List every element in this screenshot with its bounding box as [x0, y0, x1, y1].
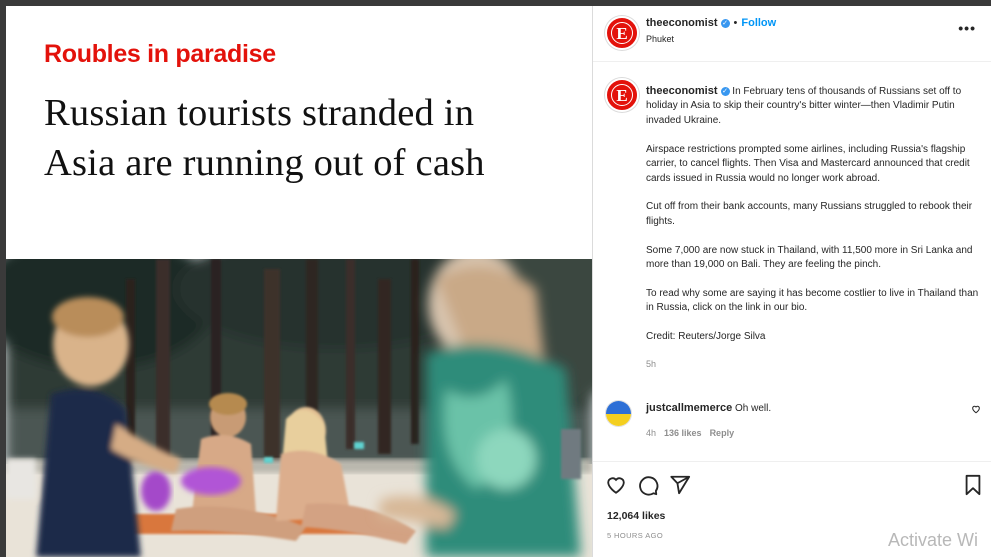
save-bookmark-icon[interactable] [963, 474, 983, 496]
caption-credit: Credit: Reuters/Jorge Silva [646, 331, 766, 343]
likes-count[interactable]: 12,064 likes [607, 510, 665, 522]
economist-logo: E [611, 84, 633, 106]
comment-text: Oh well. [735, 403, 772, 414]
beach-photo [6, 259, 592, 557]
like-heart-icon[interactable] [605, 474, 627, 496]
header-username[interactable]: theeconomist [646, 17, 718, 29]
verified-badge-icon: ✓ [720, 18, 730, 28]
comment-body: justcallmemerce Oh well. [646, 402, 771, 414]
reply-button[interactable]: Reply [710, 428, 735, 438]
caption-paragraph-2: Airspace restrictions prompted some airl… [646, 143, 970, 184]
post-header: E theeconomist ✓ • Follow Phuket ••• [593, 6, 991, 62]
separator-dot: • [733, 17, 738, 29]
article-kicker: Roubles in paradise [44, 40, 276, 68]
headline-line-2: Asia are running out of cash [44, 142, 485, 184]
comment-time: 4h [646, 428, 657, 438]
post-media[interactable]: Roubles in paradise Russian tourists str… [6, 6, 592, 557]
article-headline: Russian tourists stranded in Asia are ru… [44, 88, 584, 188]
commenter-avatar[interactable] [605, 400, 632, 427]
location-link[interactable]: Phuket [646, 34, 674, 44]
share-paper-plane-icon[interactable] [669, 474, 691, 496]
windows-activation-watermark: Activate Wi [888, 530, 979, 550]
header-username-row: theeconomist ✓ • Follow [646, 17, 776, 29]
verified-badge-icon: ✓ [720, 86, 730, 96]
economist-logo: E [611, 22, 633, 44]
post-timestamp: 5 HOURS AGO [607, 531, 664, 540]
caption-username[interactable]: theeconomist [646, 85, 718, 97]
comments-scroll-area[interactable]: E theeconomist ✓ In February tens of thou… [593, 62, 991, 457]
instagram-post: Roubles in paradise Russian tourists str… [6, 6, 991, 557]
more-options-icon[interactable]: ••• [958, 20, 976, 36]
caption-paragraph-5: To read why some are saying it has becom… [646, 288, 979, 314]
caption-paragraph-4: Some 7,000 are now stuck in Thailand, wi… [646, 244, 973, 271]
headline-line-1: Russian tourists stranded in [44, 92, 475, 134]
post-caption: theeconomist ✓ In February tens of thousa… [646, 84, 981, 372]
caption-timestamp: 5h [646, 359, 657, 370]
comment-likes[interactable]: 136 likes [664, 428, 702, 438]
comment-bubble-icon[interactable] [637, 474, 659, 496]
profile-avatar[interactable]: E [605, 16, 639, 50]
comment-meta: 4h 136 likes Reply [646, 428, 734, 438]
post-sidebar: E theeconomist ✓ • Follow Phuket ••• E thee… [592, 6, 991, 557]
comment-username[interactable]: justcallmemerce [646, 402, 732, 414]
caption-paragraph-3: Cut off from their bank accounts, many R… [646, 201, 973, 227]
like-comment-icon[interactable] [971, 404, 981, 414]
caption-avatar[interactable]: E [605, 78, 639, 112]
follow-button[interactable]: Follow [741, 17, 776, 29]
